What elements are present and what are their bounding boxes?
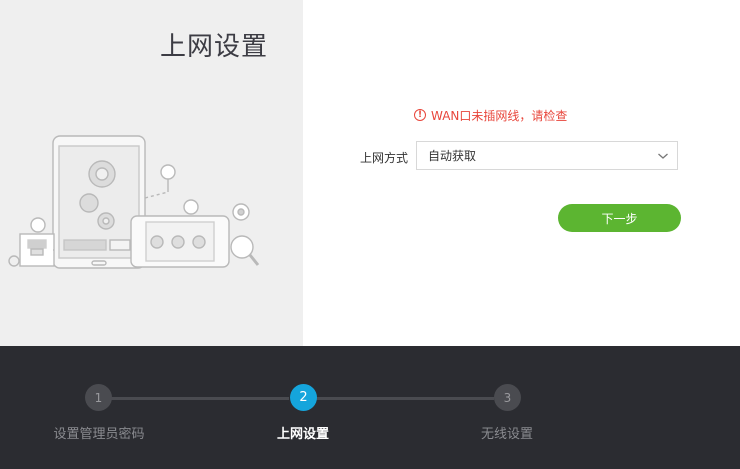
step-2-label: 上网设置 bbox=[276, 427, 329, 442]
error-text: WAN口未插网线，请检查 bbox=[431, 108, 568, 123]
error-message: ! WAN口未插网线，请检查 bbox=[414, 106, 567, 124]
router-setup-illustration bbox=[8, 135, 260, 269]
connection-type-label: 上网方式 bbox=[360, 151, 409, 165]
exclamation-circle-icon: ! bbox=[414, 109, 426, 121]
step-1-label: 设置管理员密码 bbox=[53, 427, 145, 442]
connection-type-value: 自动获取 bbox=[428, 149, 477, 163]
next-button[interactable]: 下一步 bbox=[558, 204, 681, 232]
step-3-indicator: 3 bbox=[494, 384, 521, 411]
form-panel bbox=[303, 0, 740, 346]
setup-progress-footer: 1 2 3 设置管理员密码 上网设置 无线设置 bbox=[0, 346, 740, 469]
illustration-panel: 上网设置 bbox=[0, 0, 303, 346]
step-connector-2 bbox=[316, 397, 494, 400]
step-2-indicator: 2 bbox=[290, 384, 317, 411]
connection-type-select[interactable]: 自动获取 bbox=[416, 141, 678, 170]
page-title: 上网设置 bbox=[160, 32, 269, 62]
chevron-down-icon bbox=[658, 153, 668, 159]
step-1-indicator: 1 bbox=[85, 384, 112, 411]
step-3-label: 无线设置 bbox=[480, 427, 533, 442]
step-connector-1 bbox=[111, 397, 289, 400]
